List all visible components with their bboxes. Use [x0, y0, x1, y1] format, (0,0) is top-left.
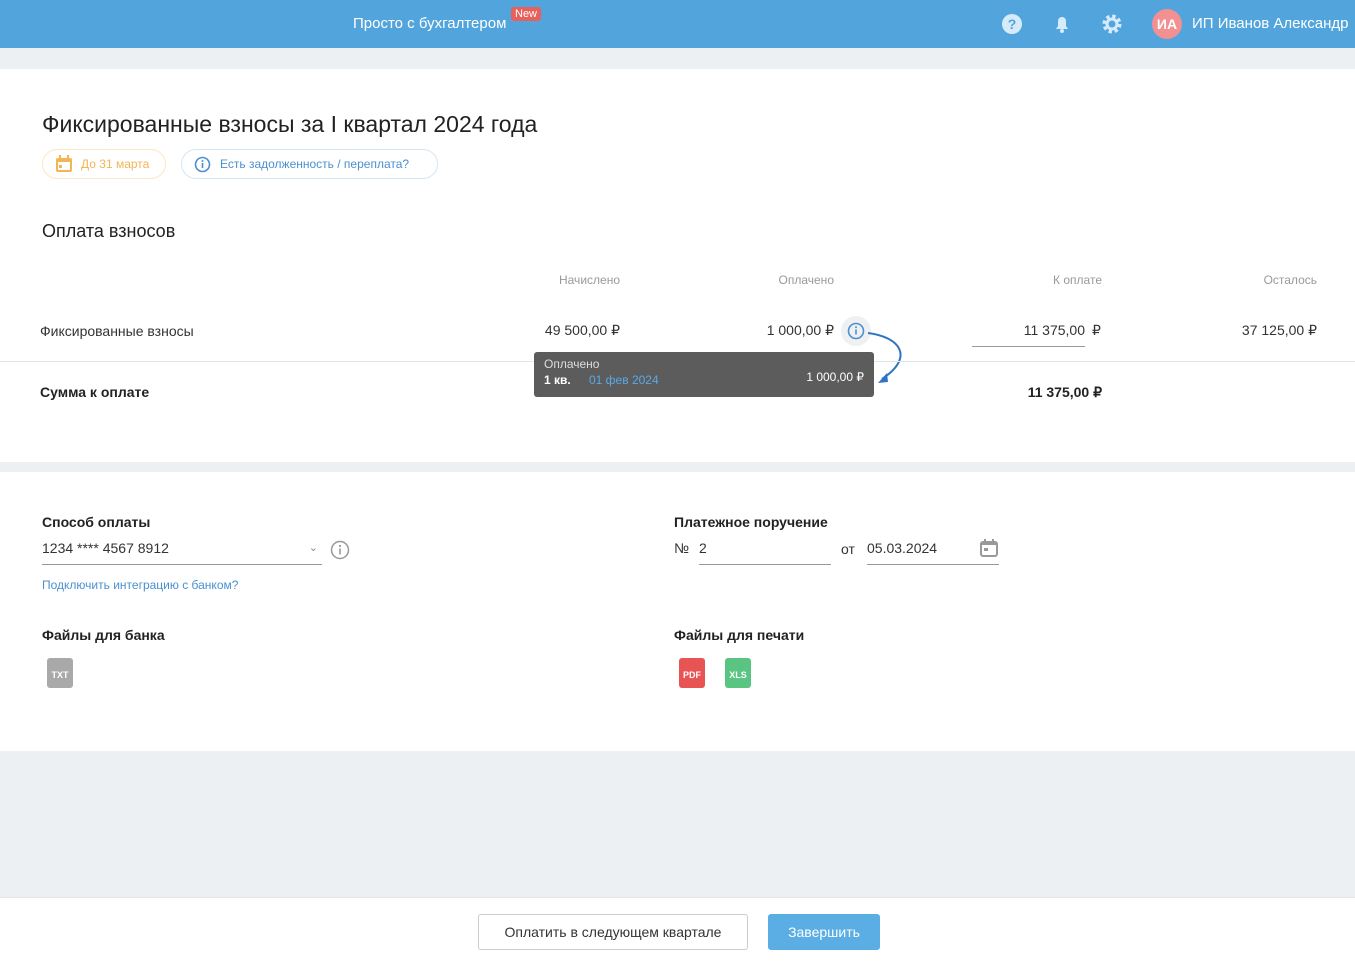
from-label: от — [841, 541, 855, 557]
order-number-input[interactable]: 2 — [699, 535, 831, 565]
deadline-badge: До 31 марта — [42, 149, 166, 179]
col-remaining: Осталось — [1263, 273, 1317, 287]
svg-text:?: ? — [1008, 16, 1017, 32]
row-label: Фиксированные взносы — [40, 323, 194, 339]
to-pay-input[interactable]: 11 375,00 — [972, 313, 1085, 347]
paid-tooltip: Оплачено 1 кв. 01 фев 2024 1 000,00 ₽ — [534, 352, 874, 397]
calendar-icon — [56, 155, 72, 172]
debt-link-text: Есть задолженность / переплата? — [220, 157, 410, 171]
accrued-value: 49 500,00 ₽ — [544, 322, 620, 338]
order-label: Платежное поручение — [674, 514, 828, 530]
chevron-down-icon: ⌄ — [308, 542, 318, 554]
payment-method-select[interactable]: 1234 **** 4567 8912 ⌄ — [42, 535, 322, 565]
date-value: 05.03.2024 — [867, 540, 938, 556]
to-pay-currency: ₽ — [1092, 322, 1101, 338]
txt-file-icon[interactable]: TXT — [47, 658, 73, 688]
pdf-file-icon[interactable]: PDF — [679, 658, 705, 688]
avatar[interactable]: ИА — [1152, 9, 1182, 39]
print-files-label: Файлы для печати — [674, 627, 805, 643]
number-prefix: № — [674, 540, 690, 556]
bank-integration-link[interactable]: Подключить интеграцию с банком? — [42, 578, 238, 592]
pay-next-quarter-button[interactable]: Оплатить в следующем квартале — [478, 914, 748, 950]
user-name[interactable]: ИП Иванов Александр — [1192, 15, 1348, 32]
xls-file-icon[interactable]: XLS — [725, 658, 751, 688]
page-title: Фиксированные взносы за I квартал 2024 г… — [42, 111, 538, 137]
section-title: Оплата взносов — [42, 221, 176, 241]
tooltip-date: 01 фев 2024 — [589, 373, 659, 387]
total-value: 11 375,00 ₽ — [1027, 384, 1102, 400]
tooltip-quarter: 1 кв. — [544, 373, 571, 387]
col-paid: Оплачено — [778, 273, 834, 287]
top-bar: Просто с бухгалтером New ? ИА ИП Иванов … — [0, 0, 1355, 48]
info-icon[interactable] — [330, 540, 350, 560]
footer-bar: Оплатить в следующем квартале Завершить — [0, 897, 1355, 963]
col-accrued: Начислено — [558, 273, 620, 287]
tooltip-amount: 1 000,00 ₽ — [806, 370, 864, 384]
bell-icon[interactable] — [1051, 13, 1073, 35]
calendar-icon[interactable] — [979, 538, 999, 558]
finish-button[interactable]: Завершить — [768, 914, 880, 950]
info-icon — [194, 156, 211, 173]
deadline-text: До 31 марта — [81, 157, 150, 171]
method-value: 1234 **** 4567 8912 — [42, 540, 169, 556]
gear-icon[interactable] — [1101, 13, 1123, 35]
payment-details-card: Способ оплаты 1234 **** 4567 8912 ⌄ Подк… — [0, 472, 1355, 751]
debt-overpayment-link[interactable]: Есть задолженность / переплата? — [181, 149, 438, 179]
total-label: Сумма к оплате — [40, 384, 150, 400]
tooltip-title: Оплачено — [544, 357, 600, 371]
new-badge: New — [511, 7, 542, 21]
remaining-value: 37 125,00 ₽ — [1241, 322, 1317, 338]
method-label: Способ оплаты — [42, 514, 151, 530]
contributions-card: Фиксированные взносы за I квартал 2024 г… — [0, 69, 1355, 462]
col-to-pay: К оплате — [1053, 273, 1102, 287]
order-date-input[interactable]: 05.03.2024 — [867, 535, 999, 565]
bank-files-label: Файлы для банка — [42, 627, 165, 643]
paid-value: 1 000,00 ₽ — [766, 322, 834, 338]
help-icon[interactable]: ? — [1001, 13, 1023, 35]
brand-link[interactable]: Просто с бухгалтером — [353, 15, 506, 32]
